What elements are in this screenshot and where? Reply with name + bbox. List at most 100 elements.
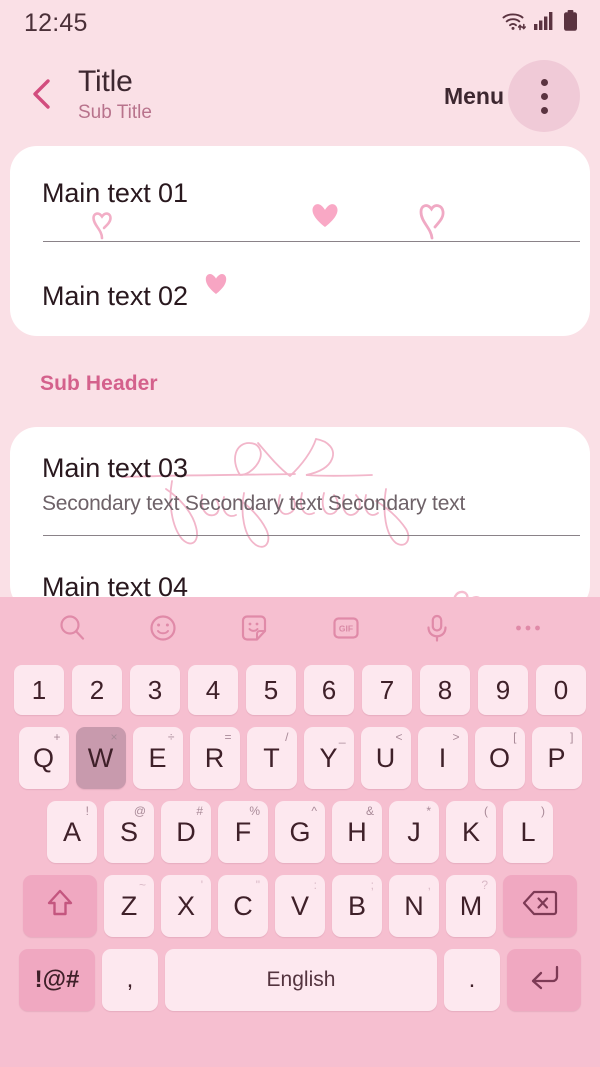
key-2[interactable]: 2 bbox=[72, 665, 122, 715]
heart-outline-small-icon bbox=[88, 208, 116, 245]
period-key[interactable]: . bbox=[444, 949, 500, 1011]
space-key[interactable]: English bbox=[165, 949, 437, 1011]
shift-arrow-icon bbox=[43, 886, 77, 927]
key-s[interactable]: @ S bbox=[104, 801, 154, 863]
key-3[interactable]: 3 bbox=[130, 665, 180, 715]
comma-key[interactable]: , bbox=[102, 949, 158, 1011]
keyboard-row-numbers: 1 2 3 4 5 6 7 8 9 0 bbox=[0, 659, 600, 721]
gif-icon[interactable]: GIF bbox=[323, 605, 369, 651]
enter-return-icon bbox=[526, 962, 562, 999]
status-time: 12:45 bbox=[24, 8, 88, 37]
key-superscript-label: ! bbox=[85, 804, 89, 818]
key-9[interactable]: 9 bbox=[478, 665, 528, 715]
cellular-signal-icon bbox=[534, 11, 556, 36]
key-superscript-label: × bbox=[110, 730, 118, 744]
key-superscript-label: ^ bbox=[311, 804, 317, 818]
key-m[interactable]: ? M bbox=[446, 875, 496, 937]
key-label: Z bbox=[120, 890, 138, 921]
key-b[interactable]: ; B bbox=[332, 875, 382, 937]
key-label: 3 bbox=[147, 674, 163, 705]
menu-dot bbox=[540, 92, 548, 100]
list-item-main-text[interactable]: Main text 02 bbox=[42, 281, 188, 312]
key-a[interactable]: ! A bbox=[47, 801, 97, 863]
key-label: U bbox=[375, 742, 396, 773]
heart-filled-icon bbox=[310, 200, 340, 235]
key-7[interactable]: 7 bbox=[362, 665, 412, 715]
letter-keys-z-row: ~ Z ' X " C: V; B, N? M bbox=[104, 875, 496, 937]
symbols-key[interactable]: !@# bbox=[19, 949, 95, 1011]
key-label: R bbox=[204, 742, 225, 773]
key-w[interactable]: × W bbox=[75, 727, 126, 789]
key-superscript-label: " bbox=[255, 878, 260, 892]
key-g[interactable]: ^ G bbox=[275, 801, 325, 863]
emoji-icon[interactable] bbox=[140, 605, 186, 651]
key-0[interactable]: 0 bbox=[536, 665, 586, 715]
key-6[interactable]: 6 bbox=[304, 665, 354, 715]
battery-icon bbox=[563, 9, 578, 37]
key-label: X bbox=[176, 890, 195, 921]
microphone-icon[interactable] bbox=[414, 605, 460, 651]
key-v[interactable]: :V bbox=[275, 875, 325, 937]
key-label: 7 bbox=[379, 674, 395, 705]
key-k[interactable]: (K bbox=[446, 801, 496, 863]
key-z[interactable]: ~ Z bbox=[104, 875, 154, 937]
key-n[interactable]: ,N bbox=[389, 875, 439, 937]
key-i[interactable]: > I bbox=[417, 727, 468, 789]
search-icon[interactable] bbox=[49, 605, 95, 651]
keyboard-row-z: ~ Z ' X " C: V; B, N? M bbox=[0, 869, 600, 943]
key-label: V bbox=[290, 890, 309, 921]
key-superscript-label: + bbox=[53, 730, 61, 744]
key-q[interactable]: + Q bbox=[18, 727, 69, 789]
key-label: 9 bbox=[495, 674, 511, 705]
menu-label[interactable]: Menu bbox=[444, 83, 504, 110]
key-1[interactable]: 1 bbox=[14, 665, 64, 715]
key-c[interactable]: " C bbox=[218, 875, 268, 937]
key-label: J bbox=[407, 816, 421, 847]
key-x[interactable]: ' X bbox=[161, 875, 211, 937]
keyboard-toolbar: GIF bbox=[0, 597, 600, 659]
key-e[interactable]: ÷ E bbox=[132, 727, 183, 789]
key-label: C bbox=[233, 890, 253, 921]
key-r[interactable]: = R bbox=[189, 727, 240, 789]
key-j[interactable]: * J bbox=[389, 801, 439, 863]
list-item-main-text[interactable]: Main text 03 bbox=[42, 453, 188, 484]
key-label: 4 bbox=[205, 674, 221, 705]
status-icon-group bbox=[501, 9, 578, 37]
key-u[interactable]: < U bbox=[360, 727, 411, 789]
list-divider bbox=[43, 241, 580, 242]
key-4[interactable]: 4 bbox=[188, 665, 238, 715]
key-d[interactable]: # D bbox=[161, 801, 211, 863]
enter-key[interactable] bbox=[507, 949, 581, 1011]
key-label: E bbox=[148, 742, 167, 773]
key-superscript-label: % bbox=[249, 804, 260, 818]
key-superscript-label: ~ bbox=[138, 878, 146, 892]
content-card-top: Main text 01 Main text 02 bbox=[10, 146, 590, 336]
status-bar: 12:45 bbox=[0, 0, 600, 46]
key-superscript-label: ] bbox=[570, 730, 574, 744]
back-button[interactable] bbox=[22, 74, 62, 118]
key-o[interactable]: [O bbox=[474, 727, 525, 789]
heart-outline-large-icon bbox=[415, 198, 451, 245]
more-horizontal-icon[interactable] bbox=[505, 605, 551, 651]
key-label: W bbox=[87, 742, 114, 773]
key-h[interactable]: & H bbox=[332, 801, 382, 863]
key-superscript-label: * bbox=[426, 804, 431, 818]
backspace-key[interactable] bbox=[503, 875, 577, 937]
key-p[interactable]: ] P bbox=[531, 727, 582, 789]
key-l[interactable]: ) L bbox=[503, 801, 553, 863]
key-t[interactable]: / T bbox=[246, 727, 297, 789]
key-label: S bbox=[119, 816, 138, 847]
sticker-icon[interactable] bbox=[231, 605, 277, 651]
key-5[interactable]: 5 bbox=[246, 665, 296, 715]
key-label: B bbox=[347, 890, 366, 921]
sub-header: Sub Header bbox=[40, 372, 158, 395]
key-8[interactable]: 8 bbox=[420, 665, 470, 715]
key-f[interactable]: % F bbox=[218, 801, 268, 863]
list-item-main-text[interactable]: Main text 01 bbox=[42, 178, 188, 209]
shift-key[interactable] bbox=[23, 875, 97, 937]
key-label: N bbox=[404, 890, 424, 921]
phone-screen: 12:45 Title Sub Title Menu Main text 01 … bbox=[0, 0, 600, 1067]
key-superscript-label: ( bbox=[484, 804, 488, 818]
overflow-menu-button[interactable] bbox=[508, 60, 580, 132]
key-y[interactable]: _ Y bbox=[303, 727, 354, 789]
